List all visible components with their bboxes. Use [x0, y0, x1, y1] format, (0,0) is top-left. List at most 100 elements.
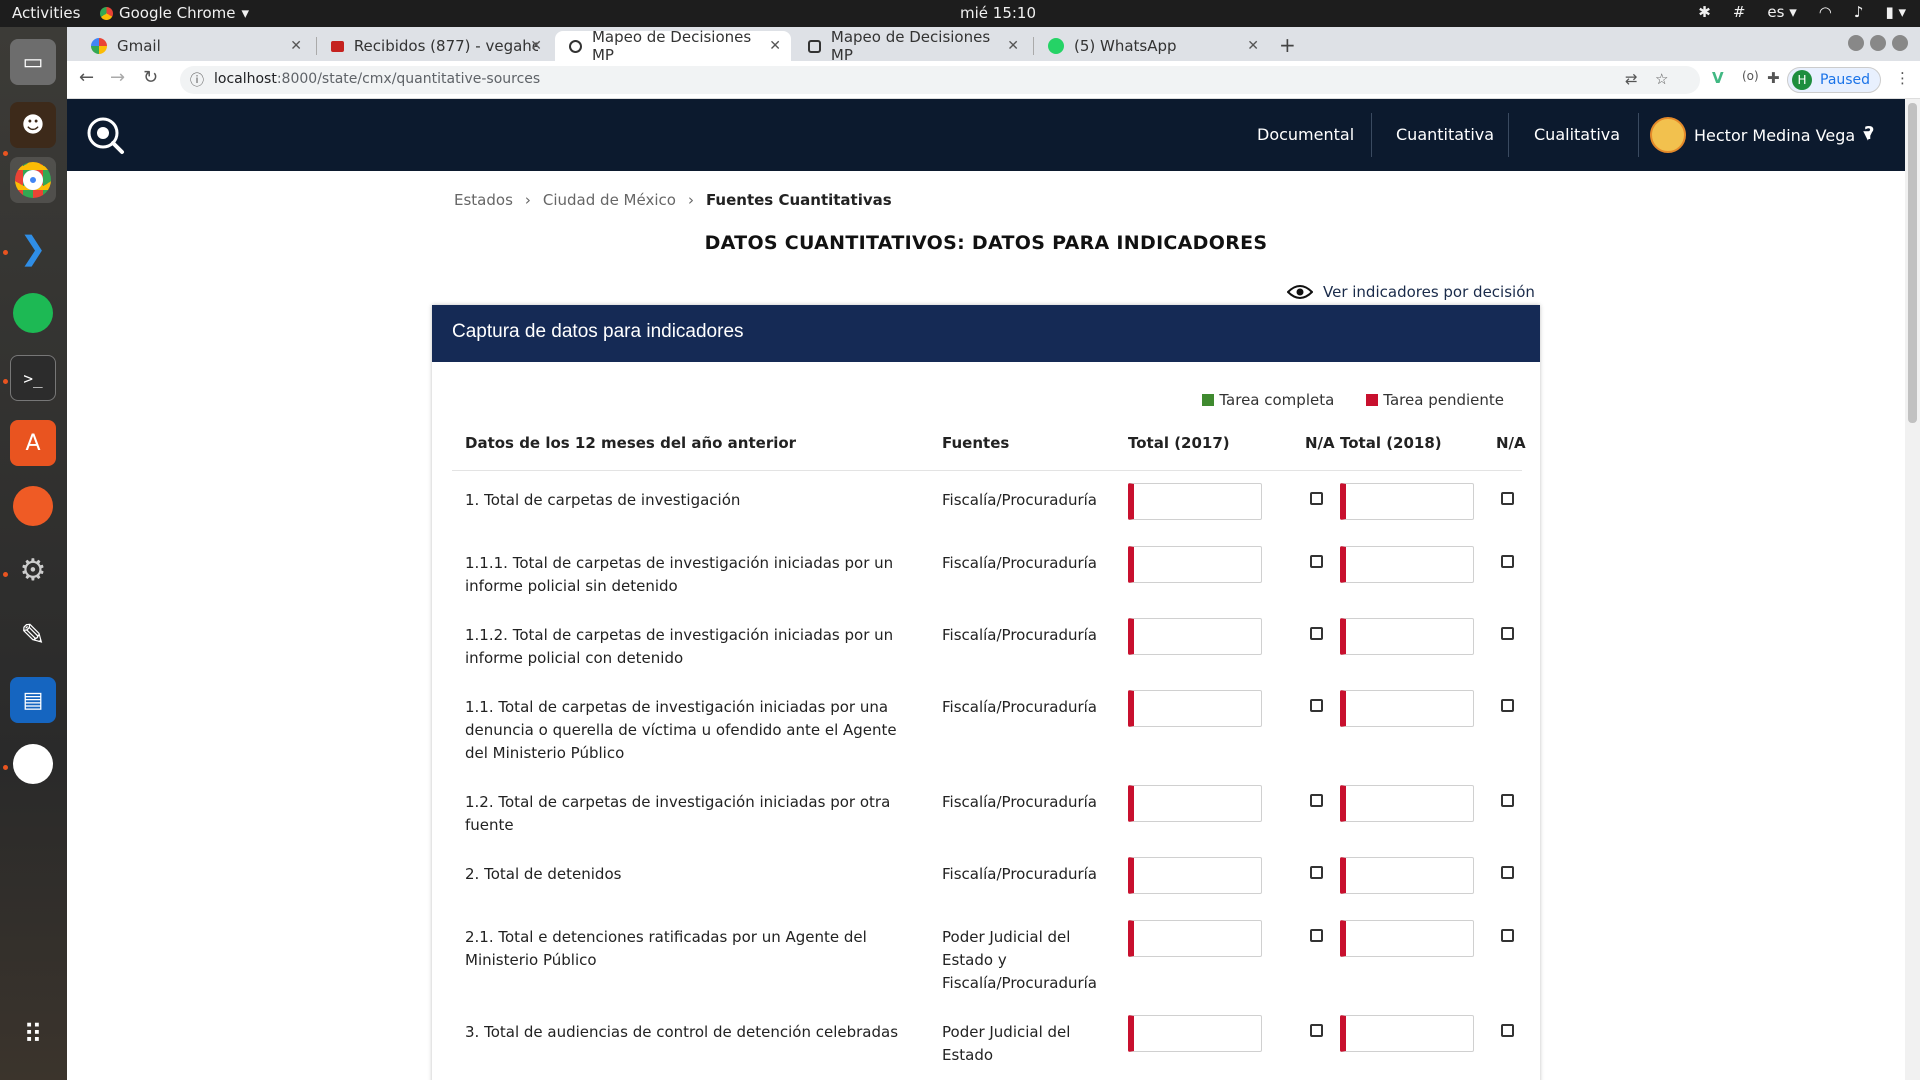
na-2017-checkbox[interactable] [1310, 1024, 1323, 1037]
total-2017-input[interactable] [1128, 920, 1262, 957]
page-title: DATOS CUANTITATIVOS: DATOS PARA INDICADO… [704, 232, 1268, 254]
page-scrollbar[interactable] [1905, 99, 1920, 1080]
nav-documental[interactable]: Documental [1257, 125, 1354, 144]
address-bar[interactable]: ⓘ localhost:8000/state/cmx/quantitative-… [180, 66, 1700, 94]
close-tab-icon[interactable]: ✕ [769, 38, 781, 54]
total-2018-input[interactable] [1340, 920, 1474, 957]
na-2018-checkbox[interactable] [1501, 627, 1514, 640]
terminal-icon[interactable]: >_ [10, 355, 56, 401]
total-2017-input[interactable] [1128, 618, 1262, 655]
total-2017-input[interactable] [1128, 857, 1262, 894]
na-2018-checkbox[interactable] [1501, 492, 1514, 505]
nav-cualitativa[interactable]: Cualitativa [1534, 125, 1620, 144]
na-2017-checkbox[interactable] [1310, 699, 1323, 712]
row-source: Fiscalía/Procuraduría [942, 698, 1098, 716]
total-2017-input[interactable] [1128, 785, 1262, 822]
gimp-icon[interactable]: ☻ [10, 102, 56, 148]
na-2018-checkbox[interactable] [1501, 555, 1514, 568]
scrollbar-thumb[interactable] [1908, 103, 1917, 423]
user-menu[interactable]: Hector Medina Vega ▼ [1650, 117, 1872, 153]
na-2017-checkbox[interactable] [1310, 929, 1323, 942]
tab-whatsapp[interactable]: (5) WhatsApp ✕ [1034, 31, 1269, 61]
reload-button[interactable]: ↻ [143, 67, 158, 88]
app-menu[interactable]: Google Chrome ▾ [100, 4, 249, 22]
na-2018-checkbox[interactable] [1501, 929, 1514, 942]
language-indicator[interactable]: es ▾ [1767, 3, 1796, 21]
slack-tray-icon[interactable]: # [1733, 3, 1746, 21]
total-2017-input[interactable] [1128, 690, 1262, 727]
total-2018-input[interactable] [1340, 1015, 1474, 1052]
nav-cuantitativa[interactable]: Cuantitativa [1396, 125, 1494, 144]
na-2017-checkbox[interactable] [1310, 794, 1323, 807]
na-2017-checkbox[interactable] [1310, 866, 1323, 879]
app-logo-icon[interactable] [85, 115, 125, 155]
tab-recibidos[interactable]: Recibidos (877) - vegahect ✕ [317, 31, 552, 61]
profile-button[interactable]: H Paused [1787, 67, 1882, 93]
na-2017-checkbox[interactable] [1310, 627, 1323, 640]
info-icon[interactable]: ⓘ [190, 70, 204, 90]
total-2018-input[interactable] [1340, 785, 1474, 822]
na-2017-checkbox[interactable] [1310, 555, 1323, 568]
chrome-dock-icon[interactable] [10, 157, 56, 203]
na-2018-checkbox[interactable] [1501, 1024, 1514, 1037]
close-tab-icon[interactable]: ✕ [1007, 38, 1019, 54]
view-indicators-link[interactable]: Ver indicadores por decisión [1287, 283, 1535, 301]
software-center-icon[interactable]: A [10, 420, 56, 466]
breadcrumb-state[interactable]: Ciudad de México [543, 191, 676, 209]
chrome-menu-icon[interactable]: ⋮ [1895, 69, 1910, 87]
total-2018-input[interactable] [1340, 857, 1474, 894]
show-apps-icon[interactable]: ⠿ [10, 1012, 56, 1058]
close-tab-icon[interactable]: ✕ [530, 38, 542, 54]
total-2018-input[interactable] [1340, 618, 1474, 655]
close-tab-icon[interactable]: ✕ [290, 38, 302, 54]
volume-icon[interactable]: ♪ [1854, 3, 1864, 21]
na-2017-checkbox[interactable] [1310, 492, 1323, 505]
total-2017-input[interactable] [1128, 1015, 1262, 1052]
text-editor-icon[interactable]: ✎ [10, 612, 56, 658]
web-page: Documental Cuantitativa Cualitativa Hect… [67, 99, 1905, 1080]
battery-icon[interactable]: ▮ ▾ [1885, 3, 1906, 21]
maximize-button[interactable] [1870, 35, 1886, 51]
vue-devtools-icon[interactable]: V [1712, 69, 1724, 87]
back-button[interactable]: ← [79, 67, 94, 88]
minimize-button[interactable] [1848, 35, 1864, 51]
spotify-icon[interactable] [10, 290, 56, 336]
settings-icon[interactable]: ⚙ [10, 547, 56, 593]
breadcrumb-estados[interactable]: Estados [454, 191, 513, 209]
clock[interactable]: mié 15:10 [960, 4, 1036, 22]
tab-gmail[interactable]: Gmail ✕ [77, 31, 312, 61]
na-2018-checkbox[interactable] [1501, 699, 1514, 712]
close-tab-icon[interactable]: ✕ [1247, 38, 1259, 54]
row-label: 2. Total de detenidos [465, 865, 622, 883]
writer-icon[interactable]: ▤ [10, 677, 56, 723]
url-text[interactable]: localhost:8000/state/cmx/quantitative-so… [214, 71, 540, 87]
vscode-icon[interactable]: ❯ [10, 225, 56, 271]
tab-mapeo[interactable]: Mapeo de Decisiones MP ✕ [794, 28, 1029, 64]
total-2018-input[interactable] [1340, 546, 1474, 583]
activities-button[interactable]: Activities [12, 4, 80, 22]
slack-icon[interactable] [10, 741, 56, 787]
legend-swatch [1366, 394, 1379, 406]
total-2018-input[interactable] [1340, 690, 1474, 727]
wifi-icon[interactable]: ◠ [1819, 3, 1832, 21]
bluetooth-icon[interactable]: ✱ [1698, 3, 1711, 21]
system-tray[interactable]: ✱ # es ▾ ◠ ♪ ▮ ▾ [1698, 3, 1906, 21]
translate-icon[interactable]: ⇄ [1625, 70, 1638, 88]
postman-icon[interactable] [10, 483, 56, 529]
tab-strip: Gmail ✕ Recibidos (877) - vegahect ✕ Map… [67, 27, 1920, 64]
total-2017-input[interactable] [1128, 546, 1262, 583]
close-window-button[interactable] [1892, 35, 1908, 51]
files-icon[interactable]: ▭ [10, 39, 56, 85]
na-2018-checkbox[interactable] [1501, 794, 1514, 807]
na-2018-checkbox[interactable] [1501, 866, 1514, 879]
total-2017-input[interactable] [1128, 483, 1262, 520]
new-tab-button[interactable]: + [1279, 33, 1296, 57]
row-label: 1.1.2. Total de carpetas de investigació… [465, 626, 894, 667]
total-2018-input[interactable] [1340, 483, 1474, 520]
help-button[interactable]: ? [1864, 123, 1874, 144]
extensions-puzzle-icon[interactable]: ✚ [1767, 69, 1780, 87]
extension-icon[interactable]: (o) [1742, 69, 1759, 83]
tab-mapeo-active[interactable]: Mapeo de Decisiones MP ✕ [555, 28, 791, 64]
forward-button[interactable]: → [110, 67, 125, 88]
bookmark-star-icon[interactable]: ☆ [1655, 70, 1668, 88]
